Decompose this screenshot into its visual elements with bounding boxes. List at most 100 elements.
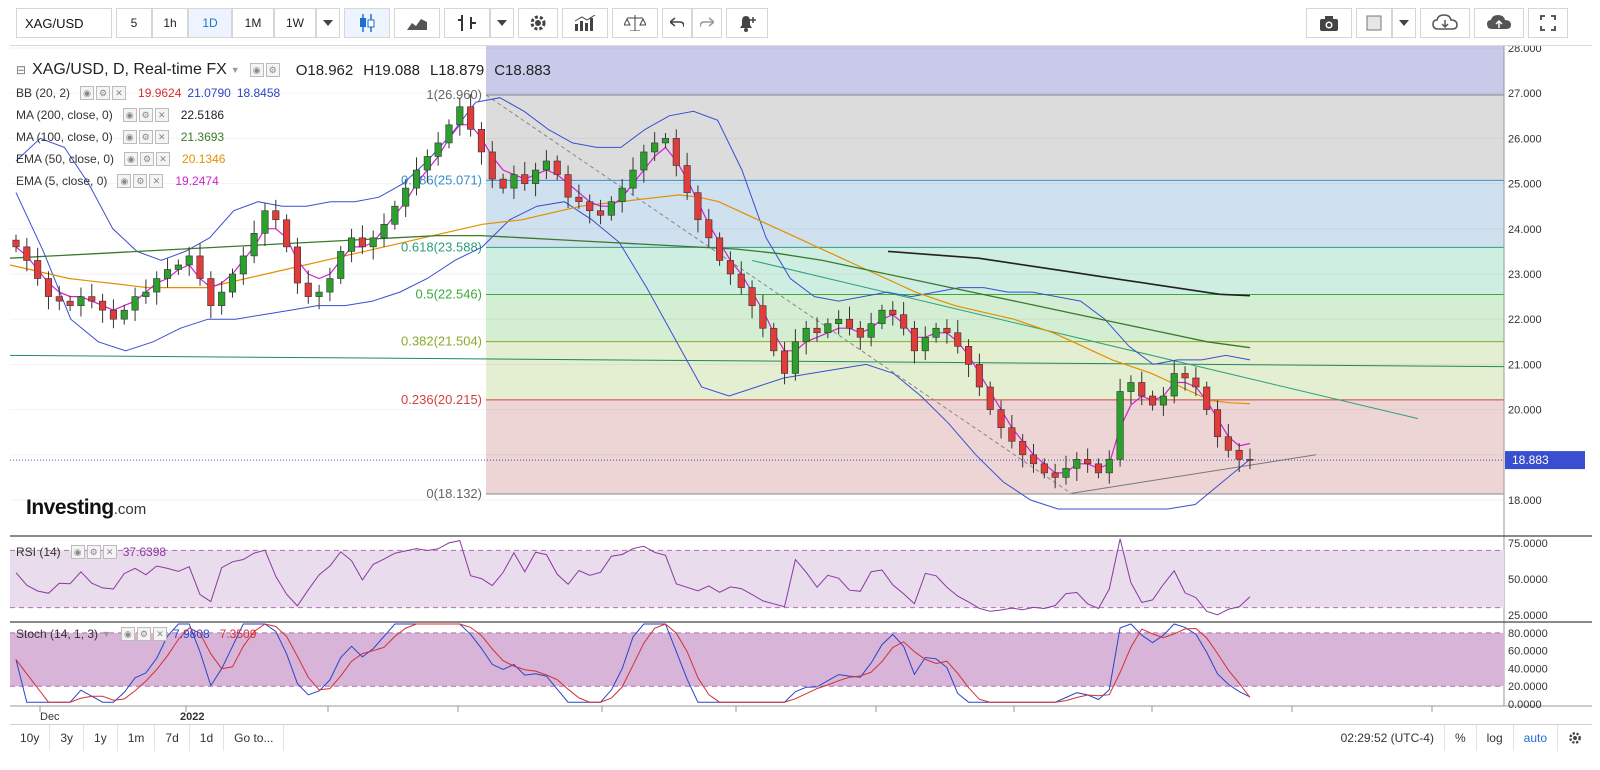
visibility-icon[interactable]: ◉ bbox=[124, 152, 139, 166]
stoch-controls: ◉ ⚙ ✕ bbox=[120, 627, 167, 641]
visibility-icon[interactable]: ◉ bbox=[122, 130, 137, 144]
candle-body bbox=[1149, 395, 1157, 406]
price-tick-label: 20.000 bbox=[1508, 405, 1542, 417]
settings-icon[interactable]: ⚙ bbox=[133, 174, 148, 188]
chart-color-swatch-icon[interactable] bbox=[1356, 8, 1392, 38]
cloud-download-icon[interactable] bbox=[1420, 8, 1470, 38]
candle-body bbox=[1235, 449, 1243, 460]
candle-body bbox=[66, 300, 74, 306]
color-dropdown-chevron-icon[interactable] bbox=[1392, 8, 1416, 38]
symbol-selector[interactable]: XAG/USD bbox=[16, 8, 112, 38]
area-chart-icon[interactable] bbox=[394, 8, 440, 38]
settings-icon[interactable]: ⚙ bbox=[96, 86, 111, 100]
close-icon[interactable]: ✕ bbox=[154, 130, 169, 144]
stoch-visibility-icon[interactable]: ◉ bbox=[120, 627, 135, 641]
rsi-settings-icon[interactable]: ⚙ bbox=[86, 545, 101, 559]
interval-1h[interactable]: 1h bbox=[152, 8, 188, 38]
candle-body bbox=[272, 210, 280, 221]
candlestick-chart-icon[interactable] bbox=[344, 8, 390, 38]
interval-1w[interactable]: 1W bbox=[274, 8, 316, 38]
stoch-caret-icon[interactable]: ▼ bbox=[102, 629, 111, 639]
close-icon[interactable]: ✕ bbox=[154, 108, 169, 122]
settings-icon[interactable]: ⚙ bbox=[138, 108, 153, 122]
interval-dropdown-chevron-icon[interactable] bbox=[316, 8, 340, 38]
settings-icon[interactable]: ⚙ bbox=[265, 63, 280, 77]
bar-chart-type-icon[interactable] bbox=[444, 8, 490, 38]
interval-5[interactable]: 5 bbox=[116, 8, 152, 38]
candle-body bbox=[640, 151, 648, 171]
candle-body bbox=[889, 309, 897, 315]
close-icon[interactable]: ✕ bbox=[156, 152, 171, 166]
candle-body bbox=[672, 138, 680, 166]
range-3y[interactable]: 3y bbox=[50, 724, 85, 751]
candle-body bbox=[618, 187, 626, 202]
stoch-tick-label: 40.0000 bbox=[1508, 663, 1548, 675]
fullscreen-icon[interactable] bbox=[1528, 8, 1568, 38]
candle-body bbox=[228, 273, 237, 293]
visibility-icon[interactable]: ◉ bbox=[249, 63, 264, 77]
range-1d[interactable]: 1d bbox=[190, 724, 225, 751]
fib-zone bbox=[486, 247, 1504, 295]
settings-icon[interactable]: ⚙ bbox=[138, 130, 153, 144]
candle-body bbox=[1127, 382, 1135, 392]
interval-1m[interactable]: 1M bbox=[232, 8, 274, 38]
candle-body bbox=[607, 201, 615, 216]
rsi-visibility-icon[interactable]: ◉ bbox=[70, 545, 85, 559]
percent-toggle[interactable]: % bbox=[1443, 725, 1476, 751]
close-icon[interactable]: ✕ bbox=[112, 86, 127, 100]
candle-body bbox=[337, 251, 345, 279]
stoch-close-icon[interactable]: ✕ bbox=[152, 627, 167, 641]
range-10y[interactable]: 10y bbox=[10, 724, 51, 751]
title-caret-icon[interactable]: ▼ bbox=[231, 65, 240, 75]
log-toggle[interactable]: log bbox=[1475, 725, 1513, 751]
time-axis-label: Dec bbox=[40, 711, 60, 723]
range-1y[interactable]: 1y bbox=[84, 724, 118, 751]
stoch-tick-label: 60.0000 bbox=[1508, 646, 1548, 658]
visibility-icon[interactable]: ◉ bbox=[117, 174, 132, 188]
cloud-upload-icon[interactable] bbox=[1474, 8, 1524, 38]
candle-body bbox=[55, 296, 63, 302]
close-icon[interactable]: ✕ bbox=[149, 174, 164, 188]
indicator-legend-row: BB (20, 2) ◉ ⚙ ✕ 19.9624 21.0790 18.8458 bbox=[16, 82, 551, 104]
candle-body bbox=[315, 291, 323, 297]
compare-scale-icon[interactable] bbox=[612, 8, 658, 38]
settings-gear-icon[interactable] bbox=[518, 8, 558, 38]
price-tick-label: 18.000 bbox=[1508, 495, 1542, 507]
stoch-settings-icon[interactable]: ⚙ bbox=[136, 627, 151, 641]
candle-body bbox=[596, 210, 605, 216]
chart-type-chevron-icon[interactable] bbox=[490, 8, 514, 38]
indicator-legend-row: MA (100, close, 0) ◉ ⚙ ✕ 21.3693 bbox=[16, 126, 551, 148]
candle-body bbox=[1029, 454, 1038, 465]
open-value: O18.962 bbox=[295, 61, 354, 79]
collapse-legend-icon[interactable]: ⊟ bbox=[16, 63, 26, 77]
candle-body bbox=[1105, 459, 1113, 474]
symbol-title: XAG/USD, D, Real-time FX bbox=[32, 61, 227, 78]
goto-button[interactable]: Go to... bbox=[224, 724, 285, 751]
add-alert-bell-icon[interactable] bbox=[726, 8, 768, 38]
candle-body bbox=[1084, 459, 1092, 465]
fib-zone bbox=[486, 95, 1504, 181]
visibility-icon[interactable]: ◉ bbox=[122, 108, 137, 122]
indicator-legend-row: MA (200, close, 0) ◉ ⚙ ✕ 22.5186 bbox=[16, 104, 551, 126]
interval-1d[interactable]: 1D bbox=[188, 8, 232, 38]
bottom-settings-gear-icon[interactable] bbox=[1557, 725, 1592, 751]
candle-body bbox=[207, 278, 215, 306]
indicators-icon[interactable] bbox=[562, 8, 608, 38]
candle-body bbox=[845, 318, 854, 329]
range-1m[interactable]: 1m bbox=[118, 724, 156, 751]
candle-body bbox=[1246, 459, 1254, 461]
settings-icon[interactable]: ⚙ bbox=[140, 152, 155, 166]
rsi-close-icon[interactable]: ✕ bbox=[102, 545, 117, 559]
indicator-legend-list: BB (20, 2) ◉ ⚙ ✕ 19.9624 21.0790 18.8458 MA (20… bbox=[16, 82, 551, 192]
undo-icon[interactable] bbox=[662, 8, 692, 38]
investing-logo: Investing.com bbox=[26, 496, 146, 520]
redo-icon[interactable] bbox=[692, 8, 722, 38]
candle-body bbox=[813, 327, 821, 334]
screenshot-camera-icon[interactable] bbox=[1306, 8, 1352, 38]
rsi-tick-label: 50.0000 bbox=[1508, 574, 1548, 586]
auto-toggle[interactable]: auto bbox=[1512, 725, 1557, 751]
candle-body bbox=[780, 350, 789, 374]
visibility-icon[interactable]: ◉ bbox=[80, 86, 95, 100]
range-7d[interactable]: 7d bbox=[155, 724, 190, 751]
indicator-controls: ◉ ⚙ ✕ bbox=[122, 108, 169, 122]
